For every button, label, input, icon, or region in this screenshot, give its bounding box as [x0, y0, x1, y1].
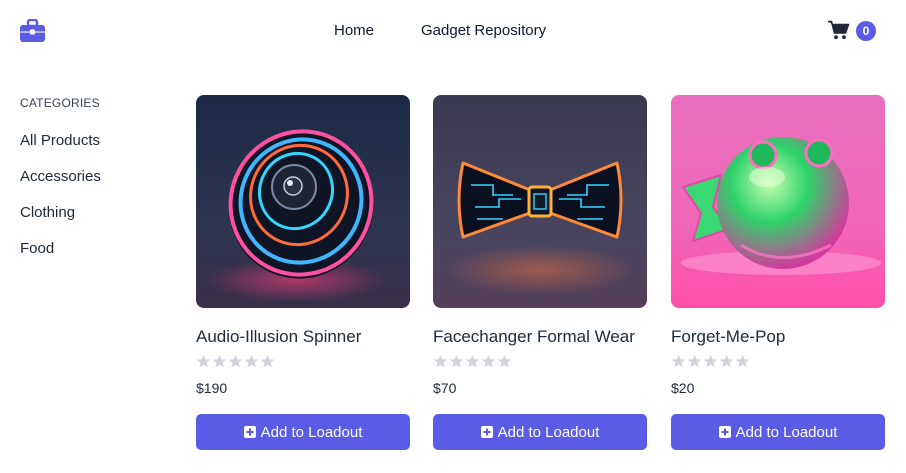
button-label: Add to Loadout — [260, 423, 363, 441]
briefcase-icon[interactable] — [20, 18, 45, 43]
product-image-bowtie[interactable] — [433, 95, 647, 308]
product-price: $70 — [433, 380, 457, 396]
star-icon — [719, 354, 734, 368]
rating-stars — [196, 354, 275, 371]
star-icon — [212, 354, 227, 368]
star-icon — [433, 354, 448, 368]
category-all-products[interactable]: All Products — [20, 132, 100, 149]
categories-heading: CATEGORIES — [20, 96, 100, 110]
star-icon — [196, 354, 211, 368]
star-icon — [497, 354, 512, 368]
product-card: Forget-Me-Pop $20 Add to Loadout — [671, 95, 885, 450]
plus-square-icon — [718, 426, 731, 438]
product-image-candy[interactable] — [671, 95, 885, 308]
product-price: $20 — [671, 380, 695, 396]
add-to-loadout-button[interactable]: Add to Loadout — [433, 414, 647, 450]
product-title[interactable]: Audio-Illusion Spinner — [196, 327, 361, 347]
rating-stars — [433, 354, 512, 371]
button-label: Add to Loadout — [497, 423, 600, 441]
star-icon — [671, 354, 686, 368]
product-price: $190 — [196, 380, 228, 396]
star-icon — [735, 354, 750, 368]
nav-home[interactable]: Home — [334, 22, 374, 39]
cart-count-badge: 0 — [856, 21, 876, 41]
category-accessories[interactable]: Accessories — [20, 168, 101, 185]
add-to-loadout-button[interactable]: Add to Loadout — [671, 414, 885, 450]
nav-gadget-repository[interactable]: Gadget Repository — [421, 22, 546, 39]
add-to-loadout-button[interactable]: Add to Loadout — [196, 414, 410, 450]
star-icon — [260, 354, 275, 368]
star-icon — [465, 354, 480, 368]
shopping-cart-icon — [828, 20, 850, 40]
plus-square-icon — [480, 426, 493, 438]
cart-button[interactable]: 0 — [828, 20, 878, 42]
star-icon — [481, 354, 496, 368]
star-icon — [687, 354, 702, 368]
product-image-spinner[interactable] — [196, 95, 410, 308]
rating-stars — [671, 354, 750, 371]
category-food[interactable]: Food — [20, 240, 54, 257]
star-icon — [244, 354, 259, 368]
product-title[interactable]: Forget-Me-Pop — [671, 327, 785, 347]
plus-square-icon — [243, 426, 256, 438]
button-label: Add to Loadout — [735, 423, 838, 441]
product-card: Audio-Illusion Spinner $190 Add to Loado… — [196, 95, 410, 450]
category-clothing[interactable]: Clothing — [20, 204, 75, 221]
product-title[interactable]: Facechanger Formal Wear — [433, 327, 635, 347]
star-icon — [228, 354, 243, 368]
product-card: Facechanger Formal Wear $70 Add to Loado… — [433, 95, 647, 450]
star-icon — [703, 354, 718, 368]
star-icon — [449, 354, 464, 368]
